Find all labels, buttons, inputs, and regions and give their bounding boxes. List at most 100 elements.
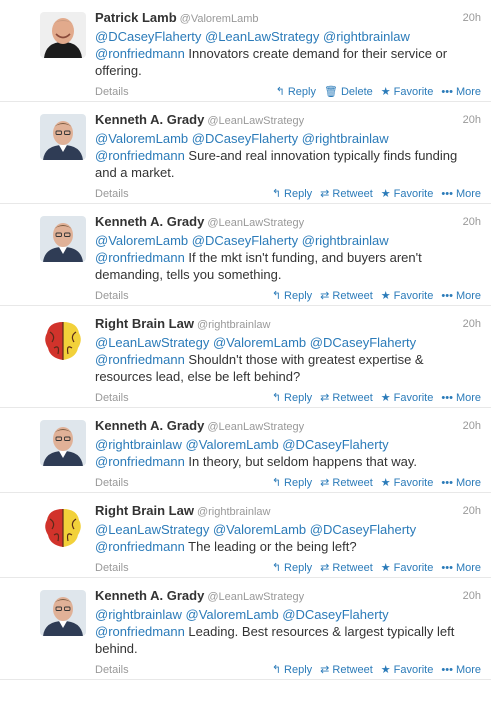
tweet[interactable]: Right Brain Law @rightbrainlaw 20h @LeanL… bbox=[0, 493, 491, 578]
favorite-action[interactable]: ★ Favorite bbox=[381, 664, 434, 676]
timestamp[interactable]: 20h bbox=[463, 111, 481, 129]
action-label: More bbox=[455, 477, 481, 489]
more-icon: ••• bbox=[441, 562, 453, 574]
retweet-action[interactable]: ⇄ Retweet bbox=[320, 664, 373, 676]
avatar[interactable] bbox=[40, 590, 86, 636]
delete-action[interactable]: 🗑 Delete bbox=[324, 86, 373, 98]
timestamp[interactable]: 20h bbox=[463, 502, 481, 520]
timestamp[interactable]: 20h bbox=[463, 213, 481, 231]
author-name[interactable]: Kenneth A. Grady bbox=[95, 418, 204, 433]
tweet-header: Kenneth A. Grady @LeanLawStrategy 20h bbox=[95, 587, 481, 605]
avatar[interactable] bbox=[40, 216, 86, 262]
details-link[interactable]: Details bbox=[95, 661, 129, 679]
avatar[interactable] bbox=[40, 114, 86, 160]
author-name[interactable]: Kenneth A. Grady bbox=[95, 588, 204, 603]
retweet-action[interactable]: ⇄ Retweet bbox=[320, 392, 373, 404]
avatar[interactable] bbox=[40, 505, 86, 551]
retweet-icon: ⇄ bbox=[320, 188, 330, 200]
retweet-icon: ⇄ bbox=[320, 392, 330, 404]
action-label: Retweet bbox=[332, 664, 373, 676]
timestamp[interactable]: 20h bbox=[463, 417, 481, 435]
favorite-action[interactable]: ★ Favorite bbox=[381, 477, 434, 489]
more-action[interactable]: ••• More bbox=[441, 664, 481, 676]
trash-icon: 🗑 bbox=[323, 86, 338, 98]
avatar-photo-icon bbox=[40, 114, 86, 160]
favorite-action[interactable]: ★ Favorite bbox=[381, 290, 434, 302]
author-handle[interactable]: @LeanLawStrategy bbox=[207, 591, 304, 603]
more-action[interactable]: ••• More bbox=[441, 477, 481, 489]
more-action[interactable]: ••• More bbox=[441, 562, 481, 574]
reply-action[interactable]: ↰ Reply bbox=[276, 86, 316, 98]
tweet-actions: Details ↰ Reply ⇄ Retweet ★ Favorite ••• More bbox=[95, 389, 481, 407]
details-link[interactable]: Details bbox=[95, 559, 129, 577]
retweet-action[interactable]: ⇄ Retweet bbox=[320, 562, 373, 574]
reply-icon: ↰ bbox=[271, 664, 282, 676]
reply-action[interactable]: ↰ Reply bbox=[272, 562, 312, 574]
retweet-action[interactable]: ⇄ Retweet bbox=[320, 188, 373, 200]
star-icon: ★ bbox=[380, 477, 391, 489]
author-handle[interactable]: @LeanLawStrategy bbox=[207, 115, 304, 127]
tweet-actions: Details ↰ Reply ⇄ Retweet ★ Favorite ••• More bbox=[95, 559, 481, 577]
retweet-action[interactable]: ⇄ Retweet bbox=[320, 290, 373, 302]
star-icon: ★ bbox=[380, 188, 391, 200]
author-name[interactable]: Right Brain Law bbox=[95, 503, 194, 518]
reply-action[interactable]: ↰ Reply bbox=[272, 477, 312, 489]
action-label: Favorite bbox=[393, 392, 434, 404]
timestamp[interactable]: 20h bbox=[463, 9, 481, 27]
tweet[interactable]: Kenneth A. Grady @LeanLawStrategy 20h @ri… bbox=[0, 578, 491, 680]
more-icon: ••• bbox=[441, 392, 453, 404]
author-handle[interactable]: @LeanLawStrategy bbox=[207, 217, 304, 229]
author-name[interactable]: Right Brain Law bbox=[95, 316, 194, 331]
favorite-action[interactable]: ★ Favorite bbox=[381, 562, 434, 574]
author-handle[interactable]: @rightbrainlaw bbox=[197, 506, 271, 518]
details-link[interactable]: Details bbox=[95, 389, 129, 407]
favorite-action[interactable]: ★ Favorite bbox=[381, 86, 434, 98]
star-icon: ★ bbox=[380, 664, 391, 676]
reply-action[interactable]: ↰ Reply bbox=[272, 290, 312, 302]
author-name[interactable]: Kenneth A. Grady bbox=[95, 214, 204, 229]
tweet[interactable]: Kenneth A. Grady @LeanLawStrategy 20h @Va… bbox=[0, 204, 491, 306]
details-link[interactable]: Details bbox=[95, 474, 129, 492]
retweet-action[interactable]: ⇄ Retweet bbox=[320, 477, 373, 489]
tweet[interactable]: Right Brain Law @rightbrainlaw 20h @LeanL… bbox=[0, 306, 491, 408]
tweet[interactable]: Patrick Lamb @ValoremLamb 20h @DCaseyFlah… bbox=[0, 0, 491, 102]
brain-logo-icon bbox=[40, 318, 86, 364]
author-handle[interactable]: @LeanLawStrategy bbox=[207, 421, 304, 433]
action-label: Favorite bbox=[393, 188, 434, 200]
more-action[interactable]: ••• More bbox=[441, 86, 481, 98]
more-action[interactable]: ••• More bbox=[441, 290, 481, 302]
details-link[interactable]: Details bbox=[95, 83, 129, 101]
avatar[interactable] bbox=[40, 318, 86, 364]
tweet[interactable]: Kenneth A. Grady @LeanLawStrategy 20h @ri… bbox=[0, 408, 491, 493]
action-label: Reply bbox=[284, 188, 313, 200]
retweet-icon: ⇄ bbox=[320, 664, 330, 676]
details-link[interactable]: Details bbox=[95, 185, 129, 203]
author-name[interactable]: Patrick Lamb bbox=[95, 10, 177, 25]
action-label: Retweet bbox=[332, 392, 373, 404]
avatar[interactable] bbox=[40, 420, 86, 466]
reply-action[interactable]: ↰ Reply bbox=[272, 188, 312, 200]
reply-action[interactable]: ↰ Reply bbox=[272, 664, 312, 676]
action-label: Retweet bbox=[332, 477, 373, 489]
timestamp[interactable]: 20h bbox=[463, 315, 481, 333]
action-label: Retweet bbox=[332, 290, 373, 302]
action-label: More bbox=[455, 86, 481, 98]
more-action[interactable]: ••• More bbox=[441, 188, 481, 200]
brain-logo-icon bbox=[40, 505, 86, 551]
action-group: ↰ Reply ⇄ Retweet ★ Favorite ••• More bbox=[264, 389, 481, 407]
reply-icon: ↰ bbox=[271, 477, 282, 489]
favorite-action[interactable]: ★ Favorite bbox=[381, 392, 434, 404]
favorite-action[interactable]: ★ Favorite bbox=[381, 188, 434, 200]
details-link[interactable]: Details bbox=[95, 287, 129, 305]
reply-icon: ↰ bbox=[271, 392, 282, 404]
timestamp[interactable]: 20h bbox=[463, 587, 481, 605]
reply-icon: ↰ bbox=[271, 562, 282, 574]
author-handle[interactable]: @ValoremLamb bbox=[180, 13, 259, 25]
more-action[interactable]: ••• More bbox=[441, 392, 481, 404]
avatar[interactable] bbox=[40, 12, 86, 58]
author-name[interactable]: Kenneth A. Grady bbox=[95, 112, 204, 127]
reply-action[interactable]: ↰ Reply bbox=[272, 392, 312, 404]
tweet[interactable]: Kenneth A. Grady @LeanLawStrategy 20h @Va… bbox=[0, 102, 491, 204]
action-label: Reply bbox=[284, 562, 313, 574]
author-handle[interactable]: @rightbrainlaw bbox=[197, 319, 271, 331]
